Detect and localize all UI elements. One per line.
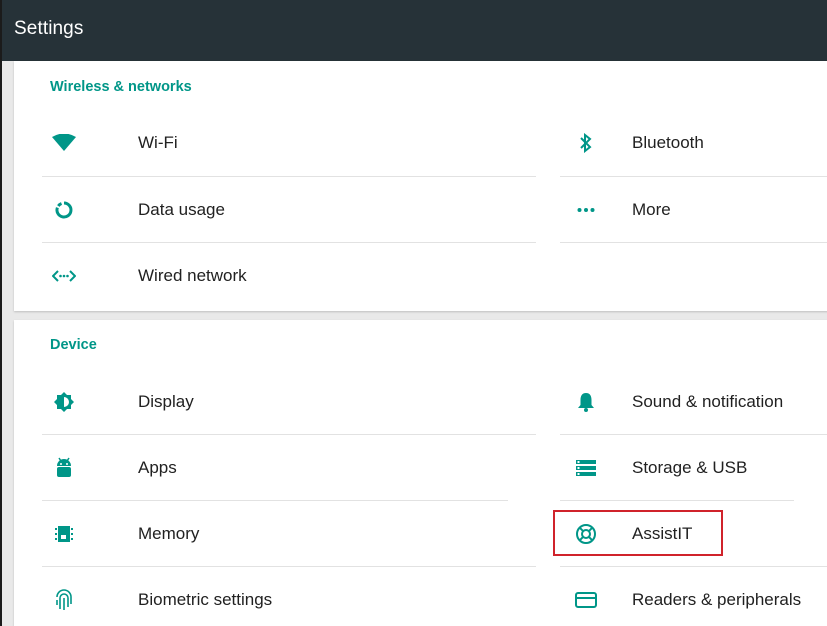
settings-item-label: Memory <box>138 524 200 543</box>
storage-icon <box>566 435 606 501</box>
highlight-box <box>553 510 723 556</box>
fingerprint-icon <box>44 567 84 626</box>
settings-item-display[interactable]: Display <box>44 369 536 435</box>
settings-item-label: Data usage <box>138 200 225 219</box>
settings-item-apps[interactable]: Apps <box>44 435 536 501</box>
settings-item-label: Bluetooth <box>632 133 704 152</box>
more-icon <box>566 177 606 243</box>
settings-item-readers-peripherals[interactable]: Readers & peripherals <box>566 567 827 626</box>
android-icon <box>44 435 84 501</box>
settings-item-memory[interactable]: Memory <box>44 501 536 567</box>
settings-item-label: Storage & USB <box>632 458 748 477</box>
settings-item-bluetooth[interactable]: Bluetooth <box>566 110 827 176</box>
settings-item-wifi[interactable]: Wi-Fi <box>44 110 536 176</box>
brightness-icon <box>44 369 84 435</box>
device-section: Device Display Sound & notification Apps <box>14 320 827 626</box>
settings-item-storage-usb[interactable]: Storage & USB <box>566 435 827 501</box>
data-usage-icon <box>44 177 84 243</box>
settings-item-label: Readers & peripherals <box>632 590 802 609</box>
app-bar: Settings <box>2 0 827 61</box>
section-title-device: Device <box>50 337 97 353</box>
wifi-icon <box>44 110 84 176</box>
settings-item-label: Apps <box>138 458 177 477</box>
wireless-networks-section: Wireless & networks Wi-Fi Bluetooth Data… <box>14 61 827 311</box>
memory-chip-icon <box>44 501 84 567</box>
wired-network-icon <box>44 243 84 309</box>
settings-item-label: More <box>632 200 671 219</box>
settings-item-label: Biometric settings <box>138 590 273 609</box>
settings-item-data-usage[interactable]: Data usage <box>44 177 536 243</box>
settings-item-label: Wi-Fi <box>138 133 178 152</box>
settings-item-more[interactable]: More <box>566 177 827 243</box>
section-title-wireless: Wireless & networks <box>50 79 192 95</box>
bell-icon <box>566 369 606 435</box>
settings-item-label: Display <box>138 392 194 411</box>
page-title: Settings <box>14 18 84 39</box>
card-reader-icon <box>566 567 606 626</box>
settings-window: Settings Wireless & networks Wi-Fi Bluet… <box>0 0 827 626</box>
settings-item-sound-notification[interactable]: Sound & notification <box>566 369 827 435</box>
settings-item-biometric[interactable]: Biometric settings <box>44 567 536 626</box>
divider <box>560 242 827 243</box>
settings-item-label: Sound & notification <box>632 392 784 411</box>
settings-item-label: Wired network <box>138 266 247 285</box>
bluetooth-icon <box>566 110 606 176</box>
settings-item-wired-network[interactable]: Wired network <box>44 243 536 309</box>
